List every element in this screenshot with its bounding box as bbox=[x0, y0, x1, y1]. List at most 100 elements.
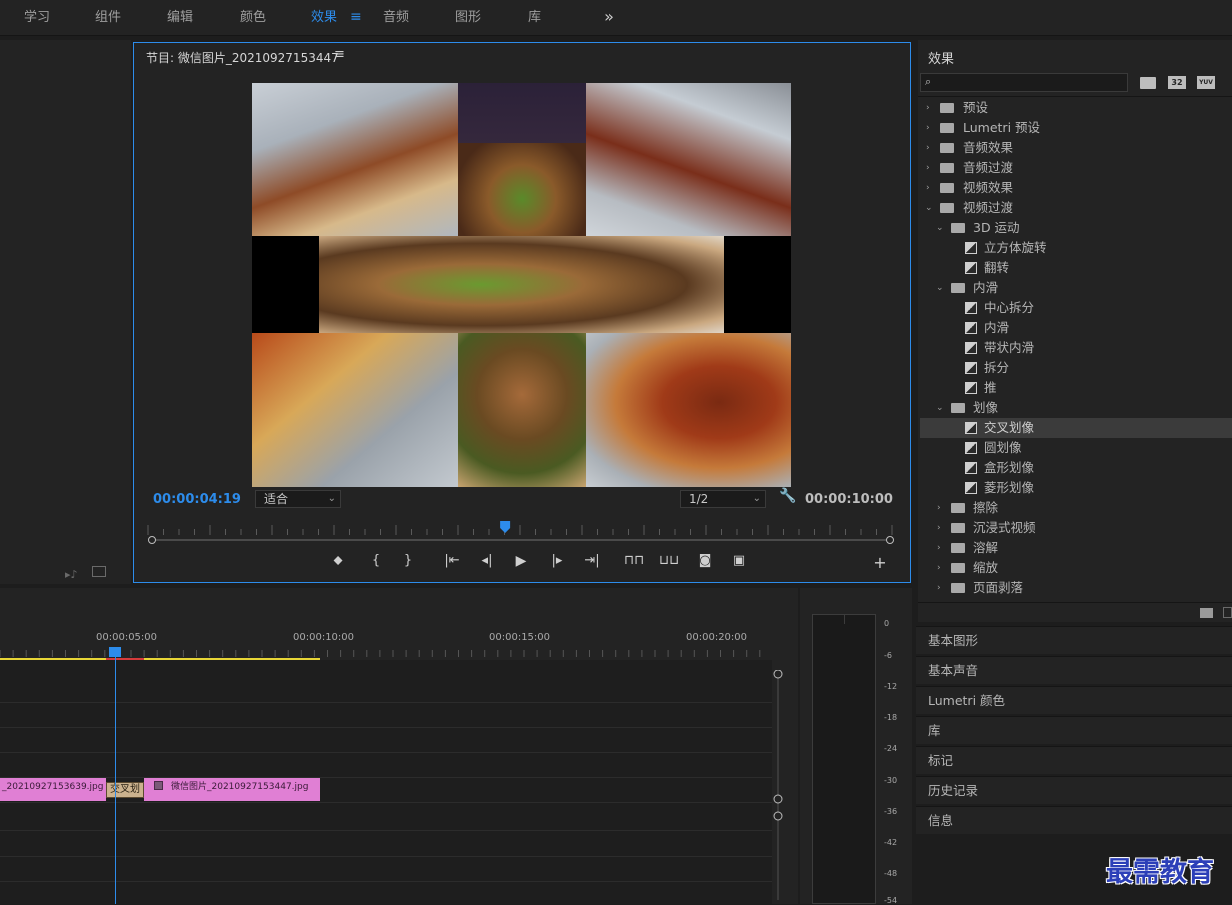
panel-essential-graphics[interactable]: 基本图形 bbox=[916, 626, 1232, 654]
tree-item-split[interactable]: 拆分 bbox=[920, 358, 1232, 378]
playback-resolution-select[interactable]: 1/2 ⌄ bbox=[680, 490, 766, 508]
tree-item-center-split[interactable]: 中心拆分 bbox=[920, 298, 1232, 318]
32bit-effects-icon[interactable]: 32 bbox=[1168, 76, 1186, 89]
food-tile bbox=[319, 236, 724, 333]
trash-icon[interactable] bbox=[1223, 607, 1232, 618]
transition-icon bbox=[965, 382, 977, 394]
yuv-effects-icon[interactable]: YUV bbox=[1197, 76, 1215, 89]
tree-item-audio-transitions[interactable]: › 音频过渡 bbox=[920, 158, 1232, 178]
chevron-right-icon: › bbox=[937, 563, 941, 573]
panel-history[interactable]: 历史记录 bbox=[916, 776, 1232, 804]
tree-item-label: 音频效果 bbox=[963, 140, 1014, 155]
tree-item-dissolve[interactable]: › 溶解 bbox=[920, 538, 1232, 558]
wrench-icon[interactable]: 🔧 bbox=[779, 488, 796, 504]
step-back-icon[interactable]: ◂| bbox=[477, 553, 497, 568]
vertical-zoom-scrollbar[interactable] bbox=[772, 670, 784, 904]
workspace-libraries[interactable]: 库 bbox=[528, 0, 541, 36]
video-preview bbox=[252, 83, 791, 487]
go-to-in-icon[interactable]: |⇤ bbox=[442, 553, 462, 568]
go-to-out-icon[interactable]: ⇥| bbox=[582, 553, 602, 568]
workspace-learn[interactable]: 学习 bbox=[24, 0, 50, 36]
tree-item-video-effects[interactable]: › 视频效果 bbox=[920, 178, 1232, 198]
mark-out-icon[interactable]: } bbox=[398, 553, 418, 568]
compare-view-icon[interactable]: ▣ bbox=[729, 553, 749, 568]
add-button-icon[interactable]: + bbox=[870, 553, 890, 572]
tree-item-slide[interactable]: ⌄ 内滑 bbox=[920, 278, 1232, 298]
chevron-right-icon: › bbox=[937, 543, 941, 553]
workspace-audio[interactable]: 音频 bbox=[383, 0, 409, 36]
folder-icon bbox=[940, 203, 954, 213]
program-monitor-title: 节目: 微信图片_20210927153447 bbox=[146, 51, 339, 65]
tree-item-iris-round[interactable]: 圆划像 bbox=[920, 438, 1232, 458]
tree-item-cube-spin[interactable]: 立方体旋转 bbox=[920, 238, 1232, 258]
program-playhead[interactable] bbox=[500, 521, 511, 533]
export-audio-icon[interactable]: ▸♪ bbox=[65, 568, 78, 581]
tree-item-label: 视频效果 bbox=[963, 180, 1014, 195]
program-monitor: 节目: 微信图片_20210927153447 ≡ 00:00:04:19 适合… bbox=[133, 42, 911, 583]
extract-icon[interactable]: ⊔⊔ bbox=[659, 553, 679, 568]
new-bin-icon[interactable] bbox=[1200, 608, 1213, 618]
tree-item-iris[interactable]: ⌄ 划像 bbox=[920, 398, 1232, 418]
playhead-handle[interactable] bbox=[109, 647, 121, 657]
current-timecode[interactable]: 00:00:04:19 bbox=[153, 492, 241, 507]
tree-item-lumetri-presets[interactable]: › Lumetri 预设 bbox=[920, 118, 1232, 138]
tree-item-3d-motion[interactable]: ⌄ 3D 运动 bbox=[920, 218, 1232, 238]
camera-icon[interactable]: ◙ bbox=[695, 553, 715, 568]
tree-item-push[interactable]: 推 bbox=[920, 378, 1232, 398]
tree-item-iris-diamond[interactable]: 菱形划像 bbox=[920, 478, 1232, 498]
video-clip-2[interactable]: 微信图片_20210927153447.jpg bbox=[144, 778, 320, 801]
panel-menu-icon[interactable]: ≡ bbox=[334, 47, 345, 62]
hamburger-icon[interactable]: ≡ bbox=[350, 0, 362, 36]
tree-item-wipe[interactable]: › 擦除 bbox=[920, 498, 1232, 518]
tree-item-zoom[interactable]: › 缩放 bbox=[920, 558, 1232, 578]
divider bbox=[918, 602, 1232, 603]
workspace-assembly[interactable]: 组件 bbox=[95, 0, 121, 36]
effects-panel-title: 效果 bbox=[928, 52, 955, 67]
transition-icon bbox=[965, 422, 977, 434]
tree-item-label: 推 bbox=[984, 380, 997, 395]
transition-cross-iris[interactable]: 交叉划 bbox=[106, 782, 144, 798]
tree-item-slide-transition[interactable]: 内滑 bbox=[920, 318, 1232, 338]
tree-item-iris-box[interactable]: 盒形划像 bbox=[920, 458, 1232, 478]
transition-icon bbox=[965, 362, 977, 374]
ruler-label: 00:00:20:00 bbox=[686, 632, 748, 643]
tree-item-band-slide[interactable]: 带状内滑 bbox=[920, 338, 1232, 358]
panel-info[interactable]: 信息 bbox=[916, 806, 1232, 834]
accelerated-effects-icon[interactable] bbox=[1140, 77, 1156, 89]
chevron-right-icon: › bbox=[926, 143, 930, 153]
zoom-scrollbar[interactable] bbox=[148, 536, 894, 544]
transition-icon bbox=[965, 322, 977, 334]
effects-search-input[interactable]: ⌕ bbox=[920, 73, 1128, 92]
tree-item-page-peel[interactable]: › 页面剥落 bbox=[920, 578, 1232, 598]
tree-item-presets[interactable]: › 预设 bbox=[920, 98, 1232, 118]
tree-item-flip[interactable]: 翻转 bbox=[920, 258, 1232, 278]
lift-icon[interactable]: ⊓⊓ bbox=[624, 553, 644, 568]
tree-item-immersive-video[interactable]: › 沉浸式视频 bbox=[920, 518, 1232, 538]
panel-libraries[interactable]: 库 bbox=[916, 716, 1232, 744]
step-forward-icon[interactable]: |▸ bbox=[547, 553, 567, 568]
chevron-right-icon: › bbox=[926, 123, 930, 133]
video-clip-1[interactable]: _20210927153639.jpg bbox=[0, 778, 106, 801]
workspace-editing[interactable]: 编辑 bbox=[167, 0, 193, 36]
zoom-level-select[interactable]: 适合 ⌄ bbox=[255, 490, 341, 508]
tree-item-iris-cross[interactable]: 交叉划像 bbox=[920, 418, 1232, 438]
panel-markers[interactable]: 标记 bbox=[916, 746, 1232, 774]
add-marker-icon[interactable]: ⬥ bbox=[328, 553, 348, 568]
panel-lumetri-color[interactable]: Lumetri 颜色 bbox=[916, 686, 1232, 714]
mark-in-icon[interactable]: { bbox=[366, 553, 386, 568]
workspace-color[interactable]: 颜色 bbox=[240, 0, 266, 36]
program-time-ruler[interactable] bbox=[146, 521, 894, 535]
work-area-bar[interactable] bbox=[0, 658, 320, 660]
folder-icon bbox=[951, 583, 965, 593]
tree-item-audio-effects[interactable]: › 音频效果 bbox=[920, 138, 1232, 158]
meter-divider bbox=[844, 614, 845, 624]
play-icon[interactable]: ▶ bbox=[511, 553, 531, 569]
double-chevron-right-icon[interactable]: » bbox=[600, 0, 618, 36]
tree-item-label: 页面剥落 bbox=[973, 580, 1024, 595]
workspace-graphics[interactable]: 图形 bbox=[455, 0, 481, 36]
panel-essential-sound[interactable]: 基本声音 bbox=[916, 656, 1232, 684]
overwrite-icon[interactable] bbox=[92, 566, 106, 577]
workspace-effects[interactable]: 效果 bbox=[311, 0, 337, 36]
tree-item-video-transitions[interactable]: ⌄ 视频过渡 bbox=[920, 198, 1232, 218]
tree-item-label: 菱形划像 bbox=[984, 480, 1035, 495]
